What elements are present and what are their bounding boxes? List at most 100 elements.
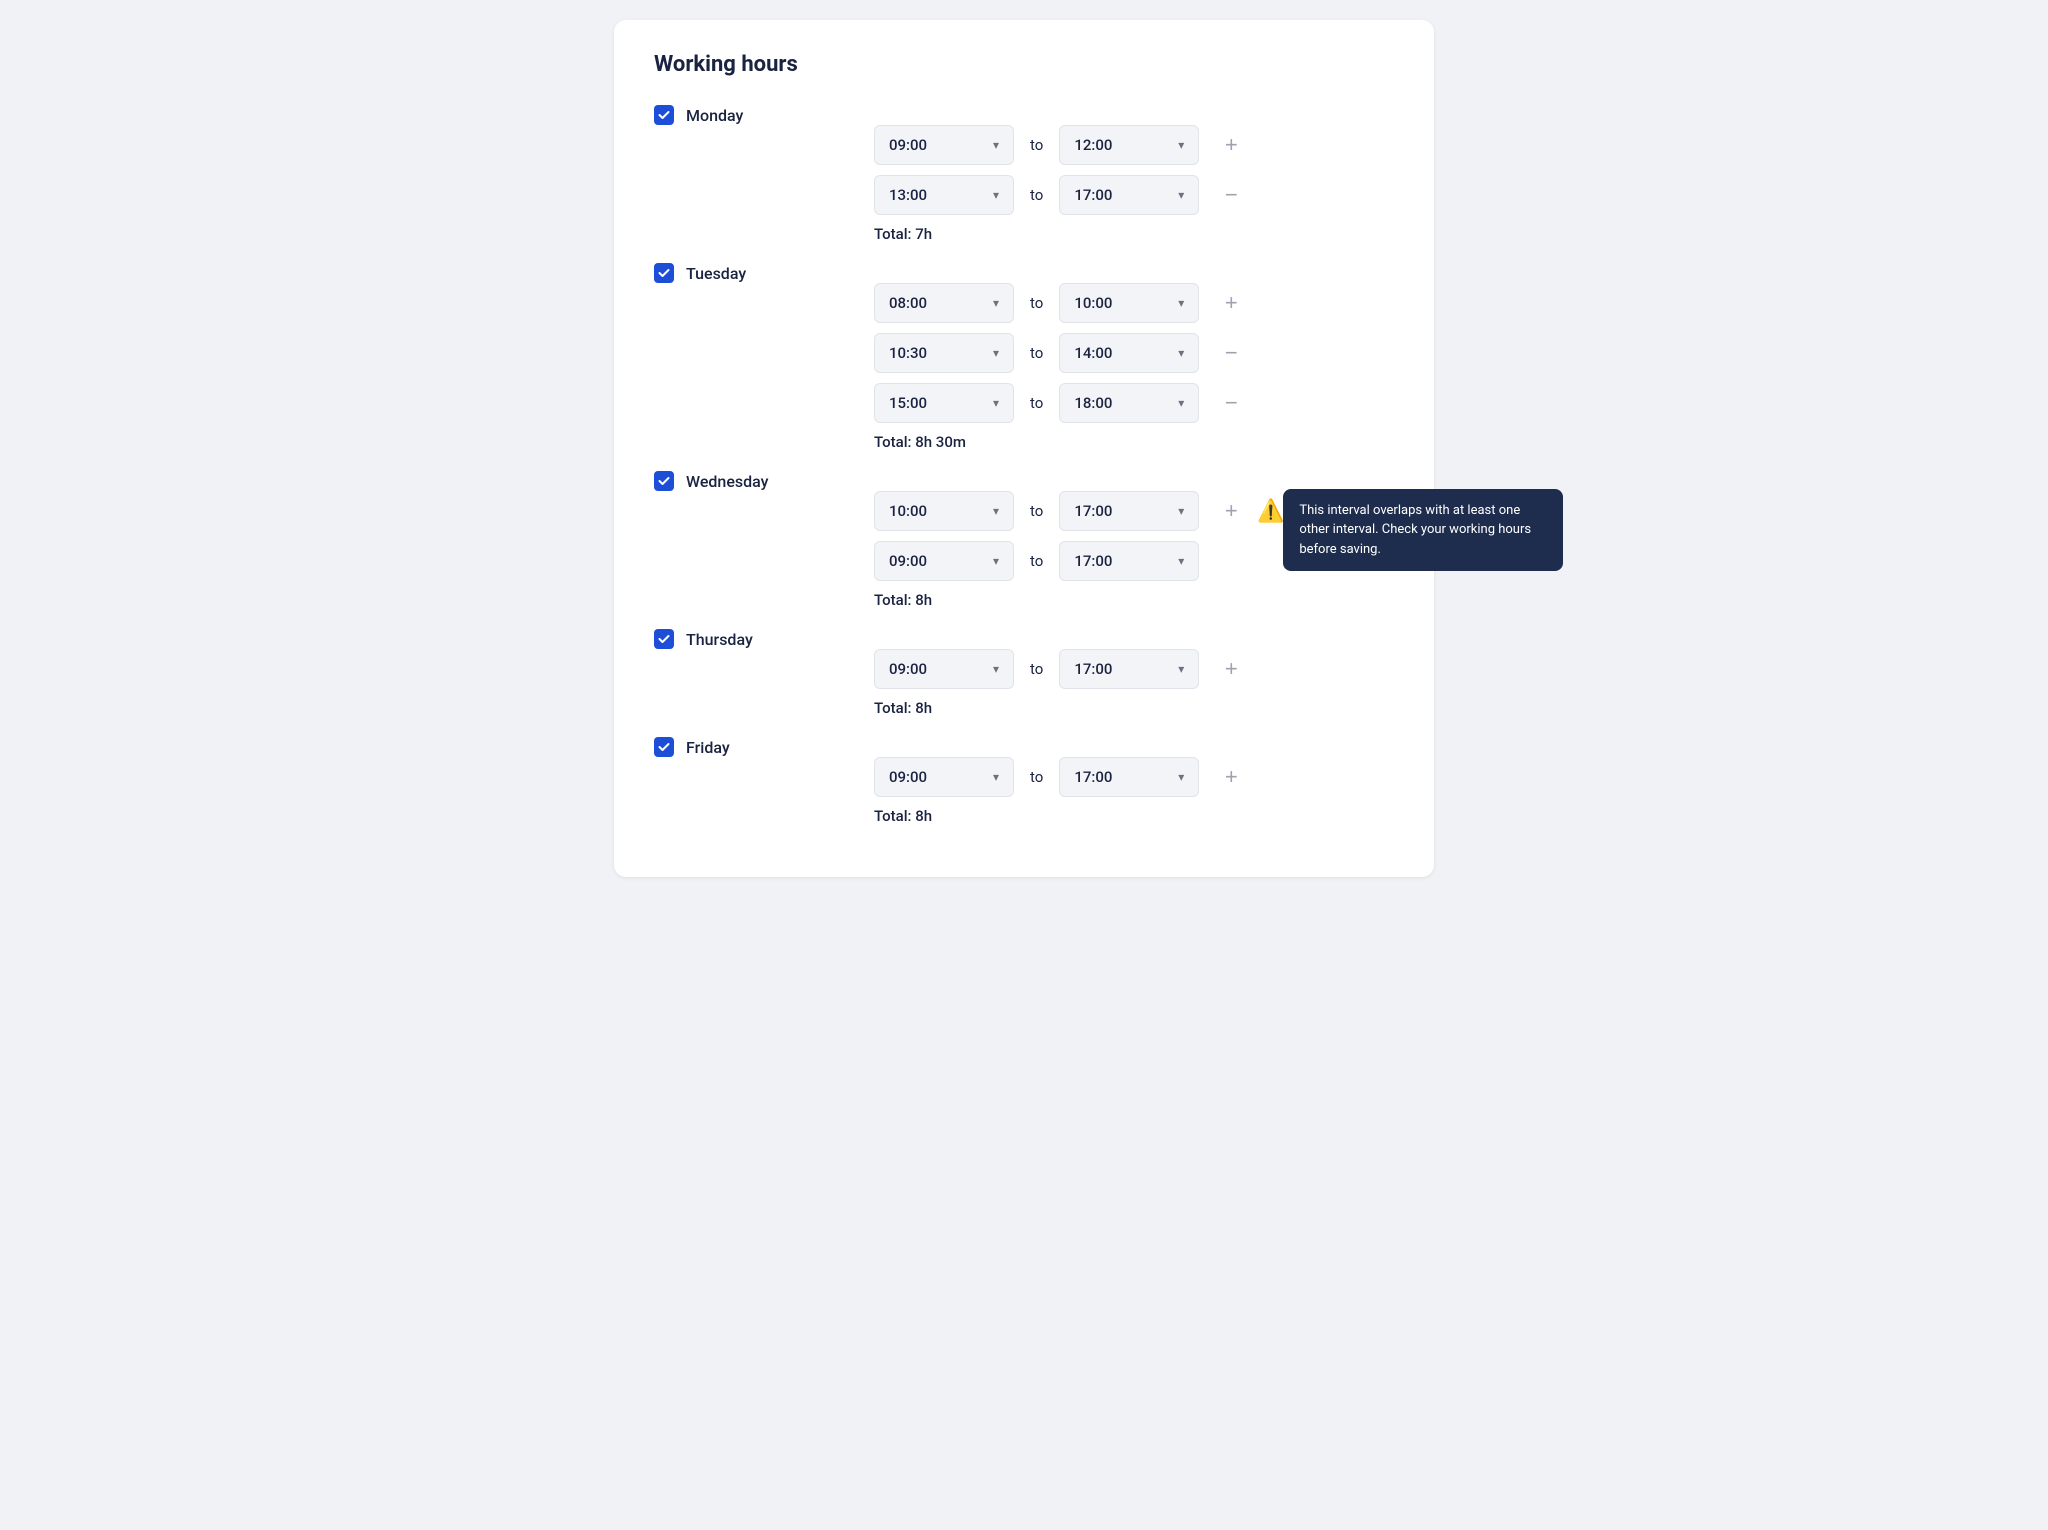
add-interval-button-friday-0[interactable]: + (1215, 761, 1247, 793)
chevron-down-icon: ▾ (1178, 504, 1184, 518)
remove-interval-button-monday-1[interactable]: − (1215, 179, 1247, 211)
warning-icon-wednesday-0: ⚠️ (1257, 499, 1284, 524)
from-value-monday-0: 09:00 (889, 136, 927, 154)
from-value-tuesday-2: 15:00 (889, 394, 927, 412)
from-select-monday-1[interactable]: 13:00 ▾ (874, 175, 1014, 215)
to-select-monday-0[interactable]: 12:00 ▾ (1059, 125, 1199, 165)
to-value-monday-1: 17:00 (1074, 186, 1112, 204)
checkbox-tuesday[interactable] (654, 263, 674, 283)
to-select-monday-1[interactable]: 17:00▾ (1059, 175, 1199, 215)
to-value-tuesday-1: 14:00 (1074, 344, 1112, 362)
day-label-area-friday: Friday (654, 737, 874, 757)
to-label-wednesday-0: to (1030, 502, 1043, 520)
from-select-tuesday-0[interactable]: 08:00 ▾ (874, 283, 1014, 323)
time-row-monday-0: 09:00 ▾ to 12:00 ▾ + (874, 125, 1394, 165)
day-section-tuesday: Tuesday08:00▾to10:00▾+10:30▾to14:00▾−15:… (654, 263, 1394, 451)
to-label-tuesday-2: to (1030, 394, 1043, 412)
from-value-monday-1: 13:00 (889, 186, 927, 204)
add-interval-button-tuesday-0[interactable]: + (1215, 287, 1247, 319)
time-row-monday-1: 13:00 ▾ to 17:00▾− (874, 175, 1394, 215)
to-label-monday-1: to (1030, 186, 1043, 204)
to-label-monday-0: to (1030, 136, 1043, 154)
chevron-down-icon: ▾ (993, 296, 999, 310)
chevron-down-icon: ▾ (993, 554, 999, 568)
chevron-down-icon: ▾ (993, 188, 999, 202)
day-name-wednesday: Wednesday (686, 472, 769, 491)
to-label-thursday-0: to (1030, 660, 1043, 678)
chevron-down-icon: ▾ (993, 138, 999, 152)
chevron-down-icon: ▾ (1178, 770, 1184, 784)
day-label-area-monday: Monday (654, 105, 874, 125)
to-select-tuesday-0[interactable]: 10:00 ▾ (1059, 283, 1199, 323)
from-select-wednesday-0[interactable]: 10:00 ▾ (874, 491, 1014, 531)
from-select-tuesday-1[interactable]: 10:30 ▾ (874, 333, 1014, 373)
days-container: Monday09:00▾to12:00▾+13:00▾to17:00▾−Tota… (654, 105, 1394, 825)
total-monday: Total: 7h (874, 225, 1394, 243)
time-row-tuesday-2: 15:00 ▾ to 18:00 ▾ − (874, 383, 1394, 423)
to-value-tuesday-2: 18:00 (1074, 394, 1112, 412)
from-select-monday-0[interactable]: 09:00 ▾ (874, 125, 1014, 165)
to-value-friday-0: 17:00 (1074, 768, 1112, 786)
to-select-friday-0[interactable]: 17:00 ▾ (1059, 757, 1199, 797)
day-label-area-tuesday: Tuesday (654, 263, 874, 283)
total-wednesday: Total: 8h (874, 591, 1394, 609)
to-value-wednesday-0: 17:00 (1074, 502, 1112, 520)
time-row-thursday-0: 09:00▾ to 17:00▾ + (874, 649, 1394, 689)
total-friday: Total: 8h (874, 807, 1394, 825)
day-name-monday: Monday (686, 106, 743, 125)
checkbox-friday[interactable] (654, 737, 674, 757)
day-label-area-wednesday: Wednesday (654, 471, 874, 491)
to-label-wednesday-1: to (1030, 552, 1043, 570)
chevron-down-icon: ▾ (993, 396, 999, 410)
day-name-friday: Friday (686, 738, 730, 757)
day-row-monday: Monday (654, 105, 1394, 125)
remove-interval-button-tuesday-1[interactable]: − (1215, 337, 1247, 369)
time-row-tuesday-1: 10:30 ▾ to 14:00 ▾ − (874, 333, 1394, 373)
to-select-wednesday-1[interactable]: 17:00▾ (1059, 541, 1199, 581)
from-select-thursday-0[interactable]: 09:00▾ (874, 649, 1014, 689)
day-row-friday: Friday (654, 737, 1394, 757)
add-interval-button-thursday-0[interactable]: + (1215, 653, 1247, 685)
chevron-down-icon: ▾ (993, 346, 999, 360)
day-name-tuesday: Tuesday (686, 264, 746, 283)
time-row-friday-0: 09:00▾ to 17:00 ▾ + (874, 757, 1394, 797)
from-select-tuesday-2[interactable]: 15:00 ▾ (874, 383, 1014, 423)
from-value-tuesday-1: 10:30 (889, 344, 927, 362)
chevron-down-icon: ▾ (993, 504, 999, 518)
day-name-thursday: Thursday (686, 630, 753, 649)
to-label-tuesday-0: to (1030, 294, 1043, 312)
to-value-monday-0: 12:00 (1074, 136, 1112, 154)
add-interval-button-wednesday-0[interactable]: + (1215, 495, 1247, 527)
from-value-wednesday-0: 10:00 (889, 502, 927, 520)
chevron-down-icon: ▾ (1178, 346, 1184, 360)
to-select-thursday-0[interactable]: 17:00▾ (1059, 649, 1199, 689)
to-select-tuesday-2[interactable]: 18:00 ▾ (1059, 383, 1199, 423)
chevron-down-icon: ▾ (993, 770, 999, 784)
remove-interval-button-tuesday-2[interactable]: − (1215, 387, 1247, 419)
chevron-down-icon: ▾ (1178, 396, 1184, 410)
add-interval-button-monday-0[interactable]: + (1215, 129, 1247, 161)
chevron-down-icon: ▾ (1178, 296, 1184, 310)
to-label-friday-0: to (1030, 768, 1043, 786)
to-select-tuesday-1[interactable]: 14:00 ▾ (1059, 333, 1199, 373)
page-title: Working hours (654, 52, 1394, 77)
time-row-tuesday-0: 08:00 ▾ to 10:00 ▾ + (874, 283, 1394, 323)
to-select-wednesday-0[interactable]: 17:00 ▾ (1059, 491, 1199, 531)
warning-container-wednesday-0: ⚠️This interval overlaps with at least o… (1247, 499, 1284, 524)
total-thursday: Total: 8h (874, 699, 1394, 717)
chevron-down-icon: ▾ (1178, 138, 1184, 152)
checkbox-thursday[interactable] (654, 629, 674, 649)
from-select-friday-0[interactable]: 09:00▾ (874, 757, 1014, 797)
checkbox-monday[interactable] (654, 105, 674, 125)
checkbox-wednesday[interactable] (654, 471, 674, 491)
working-hours-card: Working hours Monday09:00▾to12:00▾+13:00… (614, 20, 1434, 877)
day-label-area-thursday: Thursday (654, 629, 874, 649)
from-value-tuesday-0: 08:00 (889, 294, 927, 312)
time-row-wednesday-1: 09:00 ▾ to 17:00▾ (874, 541, 1394, 581)
from-value-wednesday-1: 09:00 (889, 552, 927, 570)
day-section-friday: Friday 09:00▾ to 17:00 ▾ + Total: 8h (654, 737, 1394, 825)
chevron-down-icon: ▾ (1178, 554, 1184, 568)
from-select-wednesday-1[interactable]: 09:00 ▾ (874, 541, 1014, 581)
to-label-tuesday-1: to (1030, 344, 1043, 362)
to-value-tuesday-0: 10:00 (1074, 294, 1112, 312)
